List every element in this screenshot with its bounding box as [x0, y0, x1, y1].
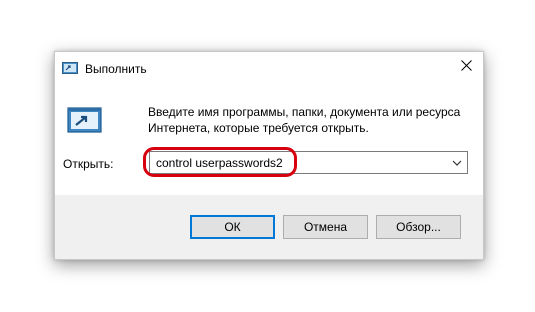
- close-icon: [460, 60, 472, 74]
- chevron-down-icon[interactable]: [451, 157, 463, 169]
- open-label-text: Открыть:: [63, 157, 114, 171]
- run-program-icon: [67, 106, 103, 136]
- cancel-button[interactable]: Отмена: [283, 215, 368, 239]
- close-button[interactable]: [449, 52, 483, 82]
- run-dialog-icon: [62, 61, 78, 75]
- button-bar: ОК Отмена Обзор...: [55, 195, 483, 259]
- title-bar: Выполнить: [55, 52, 483, 85]
- highlight-annotation: [143, 147, 297, 177]
- browse-button[interactable]: Обзор...: [376, 215, 461, 239]
- description-text: Введите имя программы, папки, документа …: [148, 105, 461, 135]
- run-dialog: Выполнить Введите имя программы, папки, …: [54, 51, 484, 260]
- window-title: Выполнить: [85, 62, 147, 76]
- ok-button[interactable]: ОК: [190, 215, 275, 239]
- open-label: Открыть:: [63, 157, 113, 171]
